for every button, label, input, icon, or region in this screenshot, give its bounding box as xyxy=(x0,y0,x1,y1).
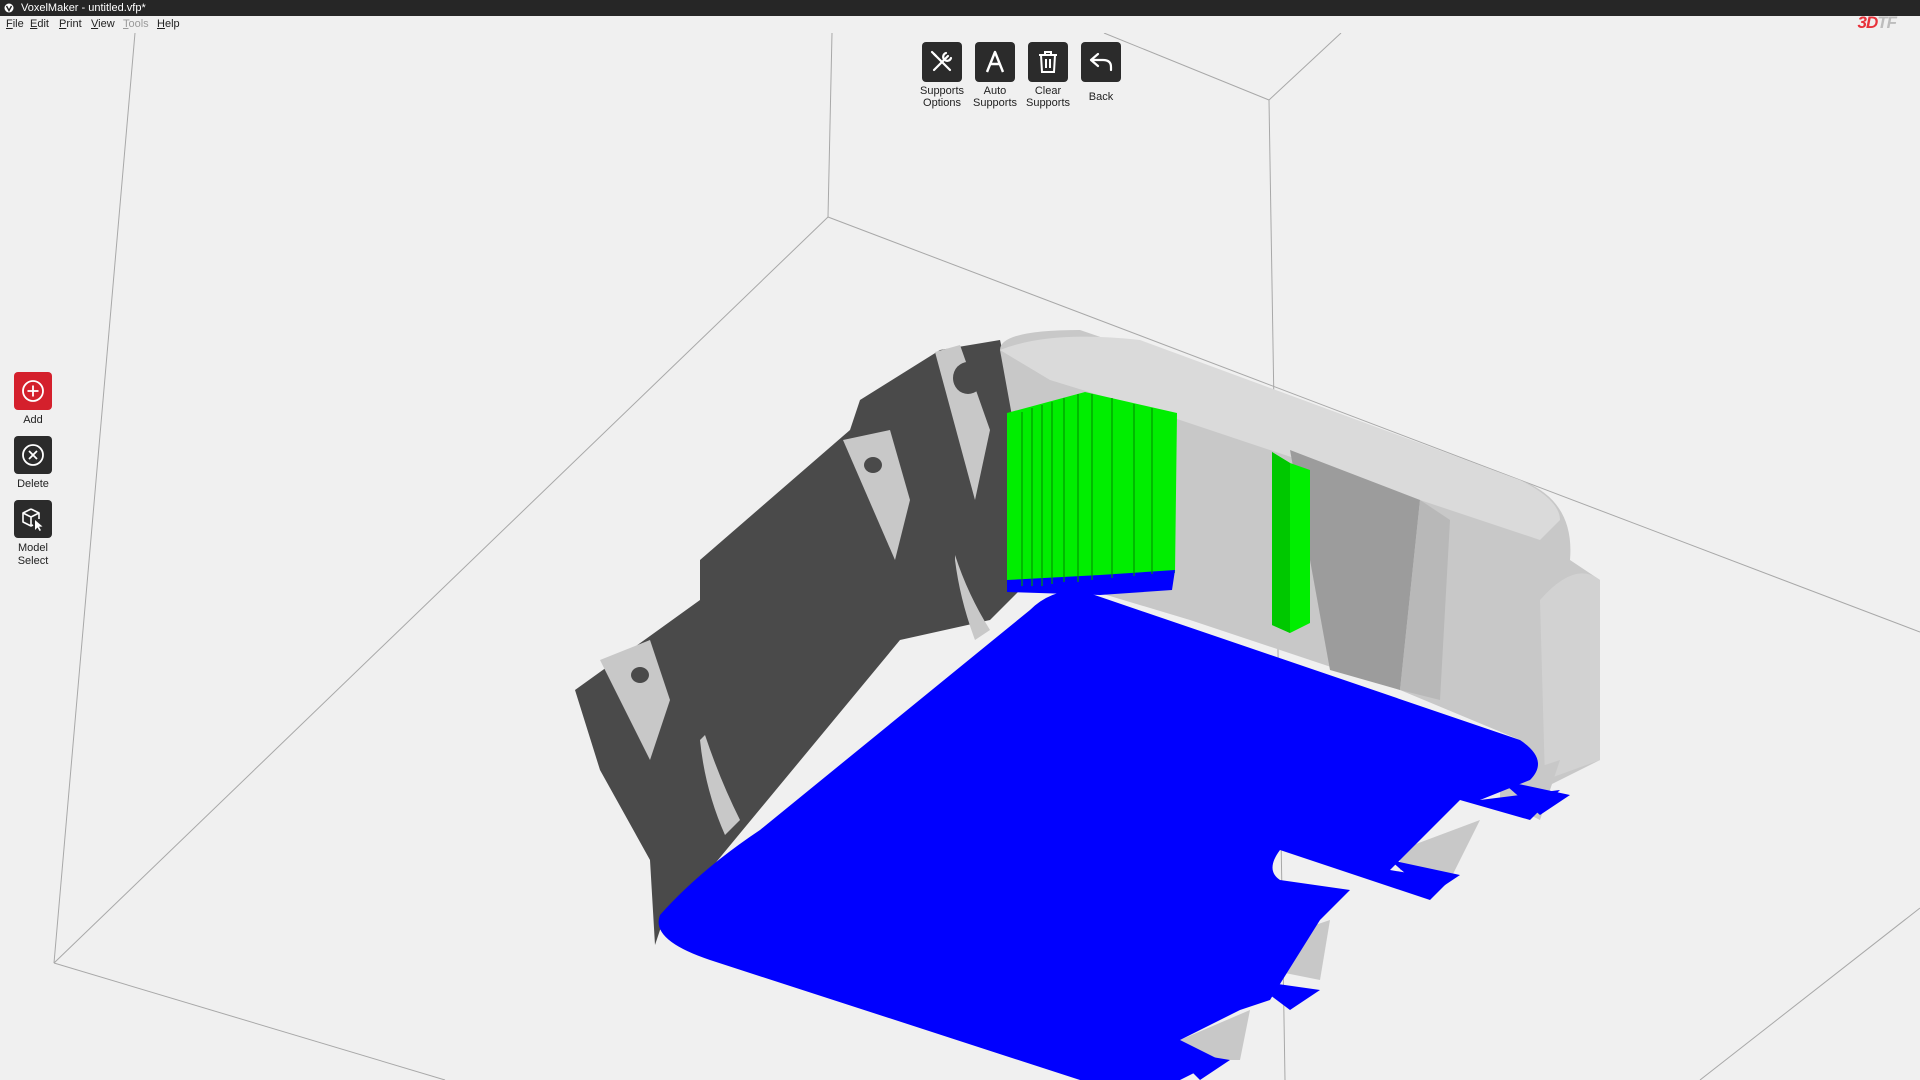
menu-bar: File Edit Print View Tools Help xyxy=(0,16,1920,33)
menu-edit[interactable]: Edit xyxy=(29,16,50,33)
wrench-screwdriver-icon xyxy=(930,50,953,72)
letter-a-icon xyxy=(985,50,1005,73)
back-arrow-icon xyxy=(1089,52,1113,72)
cube-cursor-icon xyxy=(22,508,43,531)
x-circle-icon xyxy=(22,444,44,466)
model-part[interactable] xyxy=(575,330,1600,1080)
menu-print[interactable]: Print xyxy=(58,16,83,33)
delete-label: Delete xyxy=(17,478,49,490)
title-bar: VoxelMaker - untitled.vfp* xyxy=(0,0,1920,16)
app-logo-icon xyxy=(4,3,14,13)
delete-button[interactable]: Delete xyxy=(0,436,66,491)
3d-viewport[interactable] xyxy=(0,33,1920,1080)
model-select-label: Model Select xyxy=(17,542,49,567)
menu-tools[interactable]: Tools xyxy=(122,16,150,33)
brand-logo: 3DTF xyxy=(1857,13,1897,32)
plus-circle-icon xyxy=(22,380,44,402)
back-button[interactable]: Back xyxy=(1069,42,1133,103)
window-title: VoxelMaker - untitled.vfp* xyxy=(21,2,146,14)
add-button[interactable]: Add xyxy=(0,372,66,427)
model-select-button[interactable]: Model Select xyxy=(0,500,66,568)
menu-view[interactable]: View xyxy=(90,16,116,33)
trash-icon xyxy=(1039,51,1057,73)
menu-file[interactable]: File xyxy=(5,16,25,33)
add-label: Add xyxy=(23,414,43,426)
menu-help[interactable]: Help xyxy=(156,16,181,33)
scene-canvas[interactable] xyxy=(0,33,1920,1080)
back-label: Back xyxy=(1088,91,1114,103)
